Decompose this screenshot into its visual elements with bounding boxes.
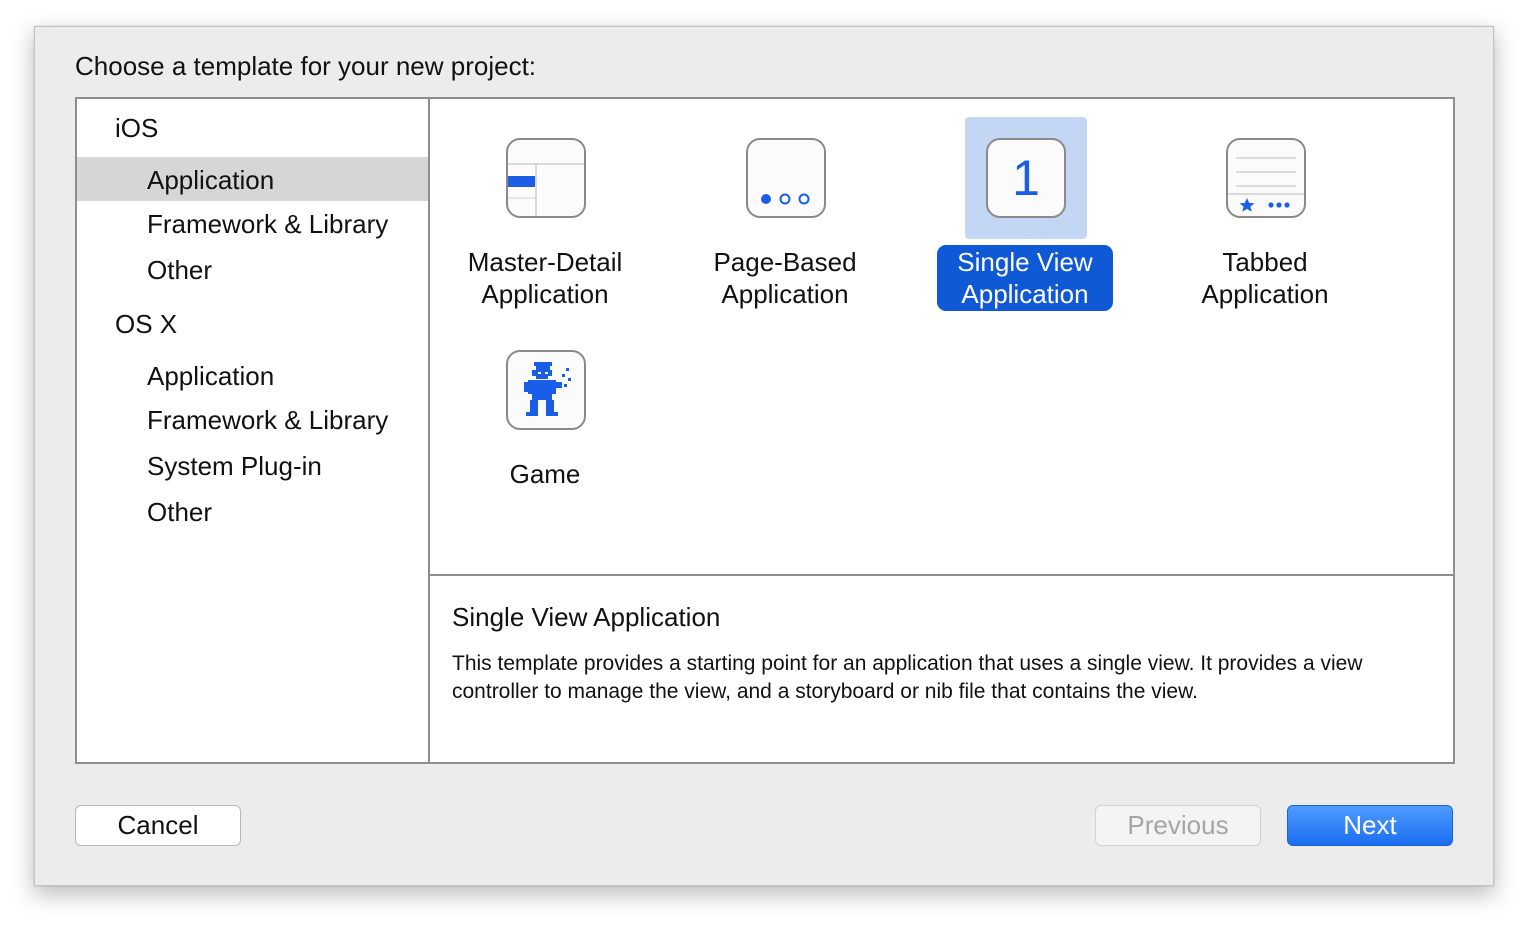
page-based-icon bbox=[746, 138, 826, 218]
template-game[interactable]: Game bbox=[435, 319, 655, 539]
master-detail-icon bbox=[506, 138, 586, 218]
template-master-detail[interactable]: Master-Detail Application bbox=[435, 107, 655, 327]
new-project-dialog: Choose a template for your new project: … bbox=[34, 26, 1494, 886]
platform-sidebar: iOS Application Framework & Library Othe… bbox=[77, 99, 430, 762]
tabbed-icon bbox=[1226, 138, 1306, 218]
template-label: Master-Detail Application bbox=[467, 247, 623, 309]
game-icon bbox=[506, 350, 586, 430]
template-tabbed[interactable]: Tabbed Application bbox=[1155, 107, 1375, 327]
template-description: Single View Application This template pr… bbox=[430, 576, 1453, 762]
description-title: Single View Application bbox=[452, 602, 721, 632]
template-page-based[interactable]: Page-Based Application bbox=[675, 107, 895, 327]
sidebar-item-osx-framework-library[interactable]: Framework & Library bbox=[77, 397, 428, 441]
sidebar-item-osx-application[interactable]: Application bbox=[77, 353, 428, 397]
template-grid: Master-Detail Application Page-Based App… bbox=[430, 99, 1453, 576]
sidebar-item-ios-framework-library[interactable]: Framework & Library bbox=[77, 201, 428, 245]
template-label: Tabbed Application bbox=[1201, 247, 1329, 309]
sidebar-item-ios-application[interactable]: Application bbox=[77, 157, 428, 201]
sidebar-item-ios-other[interactable]: Other bbox=[77, 247, 428, 291]
sidebar-item-osx-system-plugin[interactable]: System Plug-in bbox=[77, 443, 428, 487]
cancel-button[interactable]: Cancel bbox=[75, 805, 241, 846]
template-label: Page-Based Application bbox=[713, 247, 857, 309]
template-label: Game bbox=[509, 459, 581, 489]
template-label: Single View Application bbox=[937, 245, 1113, 311]
sidebar-group-ios: iOS bbox=[115, 113, 159, 143]
sidebar-item-osx-other[interactable]: Other bbox=[77, 489, 428, 533]
template-single-view[interactable]: 1 Single View Application bbox=[915, 107, 1135, 327]
previous-button[interactable]: Previous bbox=[1095, 805, 1261, 846]
single-view-icon: 1 bbox=[986, 138, 1066, 218]
description-body: This template provides a starting point … bbox=[452, 652, 1363, 703]
dialog-title: Choose a template for your new project: bbox=[75, 51, 537, 81]
template-chooser: iOS Application Framework & Library Othe… bbox=[75, 97, 1455, 764]
sidebar-group-osx: OS X bbox=[115, 309, 178, 339]
next-button[interactable]: Next bbox=[1287, 805, 1453, 846]
